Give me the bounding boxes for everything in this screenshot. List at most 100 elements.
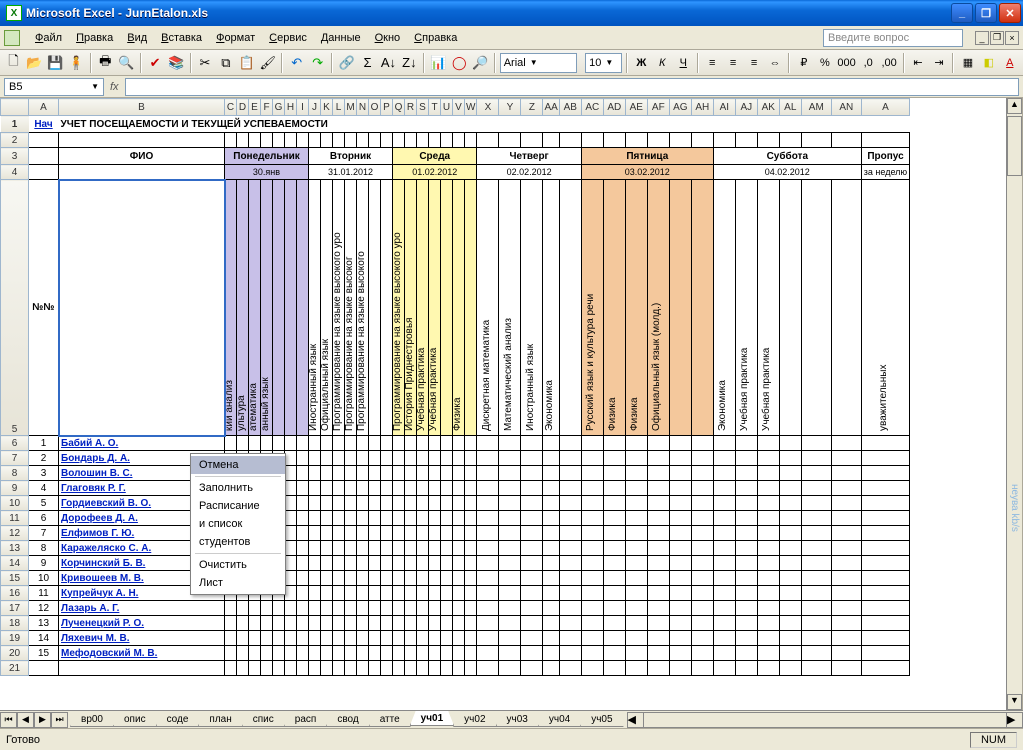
col-O[interactable]: O <box>369 99 381 116</box>
scroll-down-button[interactable]: ▼ <box>1007 694 1022 710</box>
tab-next-button[interactable]: ▶ <box>34 712 51 728</box>
sheet-tab-уч01[interactable]: уч01 <box>410 711 455 726</box>
chart-button[interactable]: 📊 <box>429 52 448 74</box>
student-name[interactable]: Лазарь А. Г. <box>59 601 225 616</box>
col-V[interactable]: V <box>453 99 465 116</box>
copy-button[interactable]: ⧉ <box>216 52 235 74</box>
col-T[interactable]: T <box>429 99 441 116</box>
align-left-button[interactable]: ≡ <box>703 52 722 74</box>
col-L[interactable]: L <box>333 99 345 116</box>
col-AL[interactable]: AL <box>779 99 801 116</box>
row-11[interactable]: 11 <box>1 511 29 526</box>
row-14[interactable]: 14 <box>1 556 29 571</box>
menu-Вставка[interactable]: Вставка <box>154 30 209 46</box>
fill-color-button[interactable]: ◧ <box>979 52 998 74</box>
sheet-tab-свод[interactable]: свод <box>326 713 369 727</box>
save-button[interactable]: 💾 <box>46 52 65 74</box>
percent-button[interactable]: % <box>815 52 834 74</box>
col-H[interactable]: H <box>285 99 297 116</box>
col-G[interactable]: G <box>273 99 285 116</box>
vertical-scrollbar[interactable]: ▲ ▼ <box>1006 98 1022 710</box>
sheet-tab-уч05[interactable]: уч05 <box>580 713 623 727</box>
mdi-close[interactable]: × <box>1005 31 1019 45</box>
col-N[interactable]: N <box>357 99 369 116</box>
row-10[interactable]: 10 <box>1 496 29 511</box>
col-AA[interactable]: AA <box>543 99 559 116</box>
sheet-tab-уч04[interactable]: уч04 <box>538 713 581 727</box>
fontsize-dropdown[interactable]: 10▼ <box>585 53 622 73</box>
scroll-thumb[interactable] <box>1007 116 1022 176</box>
worksheet-grid[interactable]: ABCDEFGHIJKLMNOPQRSTUVWXYZAAABACADAEAFAG… <box>0 98 1023 710</box>
redo-button[interactable]: ↷ <box>308 52 327 74</box>
col-AM[interactable]: AM <box>801 99 831 116</box>
col-Q[interactable]: Q <box>393 99 405 116</box>
sheet-tab-атте[interactable]: атте <box>369 713 411 727</box>
col-Z[interactable]: Z <box>521 99 543 116</box>
ctx-Очистить[interactable]: Очистить <box>191 556 285 574</box>
sheet-tab-соде[interactable]: соде <box>156 713 200 727</box>
student-name[interactable]: Мефодовский М. В. <box>59 646 225 661</box>
cut-button[interactable]: ✂ <box>196 52 215 74</box>
row-8[interactable]: 8 <box>1 466 29 481</box>
open-button[interactable]: 📂 <box>25 52 44 74</box>
sheet-tab-план[interactable]: план <box>198 713 242 727</box>
undo-button[interactable]: ↶ <box>287 52 306 74</box>
ctx-и список[interactable]: и список <box>191 515 285 533</box>
menu-Правка[interactable]: Правка <box>69 30 120 46</box>
col-AN[interactable]: AN <box>831 99 861 116</box>
col-W[interactable]: W <box>465 99 477 116</box>
row-12[interactable]: 12 <box>1 526 29 541</box>
col-P[interactable]: P <box>381 99 393 116</box>
col-AI[interactable]: AI <box>713 99 735 116</box>
select-all[interactable] <box>1 99 29 116</box>
ctx-Отмена[interactable]: Отмена <box>191 456 285 474</box>
col-Y[interactable]: Y <box>499 99 521 116</box>
col-F[interactable]: F <box>261 99 273 116</box>
underline-button[interactable]: Ч <box>674 52 693 74</box>
col-X[interactable]: X <box>477 99 499 116</box>
col-E[interactable]: E <box>249 99 261 116</box>
col-S[interactable]: S <box>417 99 429 116</box>
sort-desc-button[interactable]: Z↓ <box>400 52 419 74</box>
ask-question-box[interactable]: Введите вопрос <box>823 29 963 47</box>
zoom-button[interactable]: 🔎 <box>471 52 490 74</box>
nav-link[interactable]: Нач <box>34 119 52 130</box>
currency-button[interactable]: ₽ <box>794 52 813 74</box>
new-button[interactable]: 🗋 <box>4 52 23 74</box>
col-I[interactable]: I <box>297 99 309 116</box>
print-button[interactable]: 🖶 <box>96 52 115 74</box>
sheet-tab-спис[interactable]: спис <box>242 713 285 727</box>
spelling-button[interactable]: ✔ <box>146 52 165 74</box>
col-J[interactable]: J <box>309 99 321 116</box>
student-name[interactable]: Лученецкий Р. О. <box>59 616 225 631</box>
menu-Данные[interactable]: Данные <box>314 30 368 46</box>
col-A[interactable]: A <box>861 99 909 116</box>
row-15[interactable]: 15 <box>1 571 29 586</box>
col-AH[interactable]: AH <box>691 99 713 116</box>
merge-center-button[interactable]: ⇔ <box>766 52 785 74</box>
align-right-button[interactable]: ≡ <box>745 52 764 74</box>
inc-indent-button[interactable]: ⇥ <box>930 52 949 74</box>
inc-decimal-button[interactable]: ,0 <box>859 52 878 74</box>
close-button[interactable]: ✕ <box>999 3 1021 23</box>
col-A[interactable]: A <box>29 99 59 116</box>
col-D[interactable]: D <box>237 99 249 116</box>
col-AD[interactable]: AD <box>603 99 625 116</box>
scroll-up-button[interactable]: ▲ <box>1007 98 1022 114</box>
sheet-tab-вр00[interactable]: вр00 <box>70 713 114 727</box>
row-9[interactable]: 9 <box>1 481 29 496</box>
hscroll-left-button[interactable]: ◀ <box>628 713 644 727</box>
active-cell[interactable] <box>59 180 225 436</box>
student-name[interactable]: Ляхевич М. В. <box>59 631 225 646</box>
ctx-студентов[interactable]: студентов <box>191 533 285 551</box>
maximize-button[interactable]: ❐ <box>975 3 997 23</box>
hscroll-right-button[interactable]: ▶ <box>1006 713 1022 727</box>
paste-button[interactable]: 📋 <box>237 52 256 74</box>
menu-Окно[interactable]: Окно <box>368 30 408 46</box>
col-AK[interactable]: AK <box>757 99 779 116</box>
research-button[interactable]: 📚 <box>167 52 186 74</box>
mdi-min[interactable]: _ <box>975 31 989 45</box>
minimize-button[interactable]: _ <box>951 3 973 23</box>
col-M[interactable]: M <box>345 99 357 116</box>
col-U[interactable]: U <box>441 99 453 116</box>
